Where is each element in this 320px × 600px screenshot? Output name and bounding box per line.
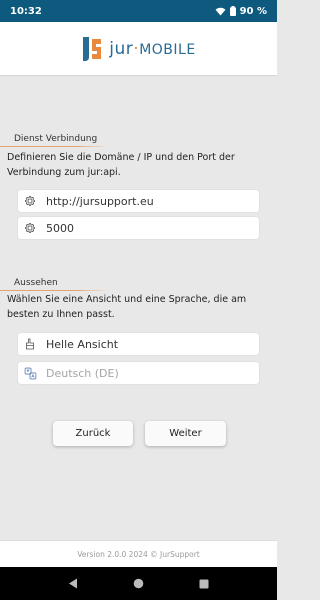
footer: Version 2.0.0 2024 © JurSupport [0, 540, 277, 567]
port-input[interactable]: 5000 [18, 217, 259, 239]
port-value: 5000 [46, 221, 74, 235]
appearance-section-title: Aussehen [14, 278, 58, 288]
service-description: Definieren Sie die Domäne / IP und den P… [7, 152, 235, 178]
gear-icon [18, 222, 42, 234]
status-bar: 10:32 90 % [0, 0, 277, 22]
language-select[interactable]: Deutsch (DE) [18, 362, 259, 384]
app-header: jur·mobile [0, 22, 277, 76]
gear-icon [18, 195, 42, 207]
version-text: Version 2.0.0 2024 © JurSupport [77, 549, 200, 559]
logo-wordmark: jur·mobile [109, 39, 195, 59]
logo-prefix: jur [109, 38, 134, 59]
wifi-icon [215, 7, 226, 16]
battery-level: 90 % [239, 5, 267, 17]
system-nav-bar [0, 567, 277, 600]
brush-icon [18, 338, 42, 350]
host-input[interactable]: http://jursupport.eu [18, 190, 259, 212]
recents-nav-icon[interactable] [199, 579, 209, 589]
appearance-description: Wählen Sie eine Ansicht und eine Sprache… [7, 294, 247, 320]
status-time: 10:32 [10, 5, 42, 17]
home-nav-icon[interactable] [133, 578, 144, 589]
service-section-divider [0, 146, 108, 147]
service-section-title: Dienst Verbindung [14, 134, 98, 144]
jur-logo-icon [83, 36, 102, 61]
theme-value: Helle Ansicht [46, 337, 119, 351]
translate-icon [18, 367, 42, 380]
logo-suffix: mobile [139, 41, 196, 58]
battery-icon [229, 6, 236, 16]
back-nav-icon[interactable] [68, 578, 78, 589]
language-value: Deutsch (DE) [46, 366, 119, 380]
status-indicators: 90 % [215, 6, 267, 17]
next-button[interactable]: Weiter [145, 421, 226, 446]
app-logo: jur·mobile [81, 35, 195, 63]
host-value: http://jursupport.eu [46, 194, 154, 208]
appearance-section-divider [0, 290, 108, 291]
back-button[interactable]: Zurück [53, 421, 133, 446]
theme-select[interactable]: Helle Ansicht [18, 333, 259, 355]
